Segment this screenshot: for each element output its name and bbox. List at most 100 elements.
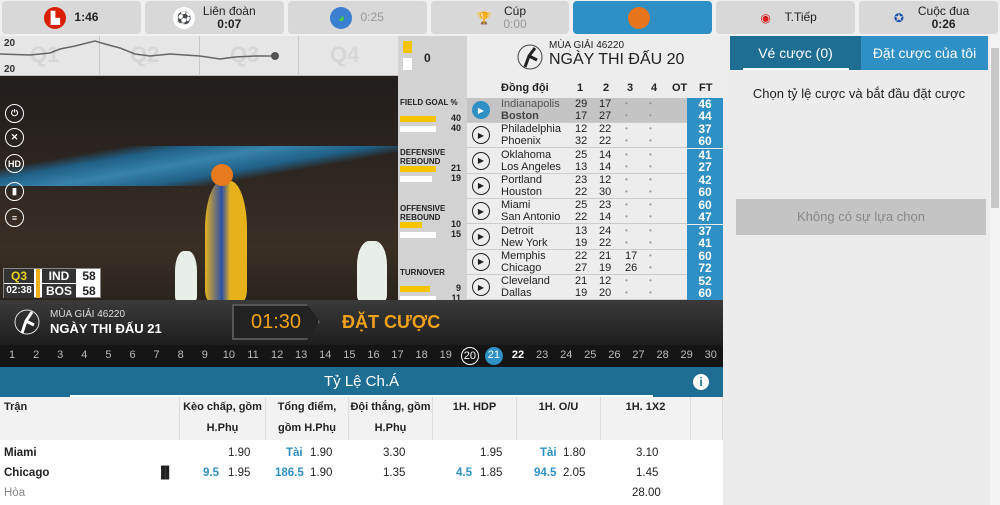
info-icon[interactable]: i bbox=[693, 374, 709, 390]
hd-icon[interactable]: HD bbox=[5, 154, 24, 173]
quarter-score: • bbox=[625, 237, 628, 247]
odds-value[interactable]: 1.35 bbox=[383, 463, 405, 483]
match-day-24[interactable]: 24 bbox=[557, 347, 575, 365]
match-day-16[interactable]: 16 bbox=[364, 347, 382, 365]
stats-icon[interactable]: ▮ bbox=[5, 182, 24, 201]
odds-value[interactable]: 1.90 bbox=[310, 443, 332, 463]
list-icon[interactable]: ≡ bbox=[5, 208, 24, 227]
match-day-12[interactable]: 12 bbox=[268, 347, 286, 365]
away-team: BOS bbox=[42, 284, 76, 298]
play-icon[interactable]: ▶ bbox=[472, 227, 490, 246]
play-icon[interactable]: ▶ bbox=[472, 101, 490, 119]
quarter-score: 22 bbox=[575, 185, 588, 198]
match-day-4[interactable]: 4 bbox=[75, 347, 93, 365]
match-day-6[interactable]: 6 bbox=[124, 347, 142, 365]
odds-value[interactable]: 1.80 bbox=[563, 443, 585, 463]
no-selection-button[interactable]: Không có sự lựa chọn bbox=[736, 199, 986, 235]
tab-sport[interactable]: ▙ 1:46 bbox=[2, 1, 141, 34]
match-day-8[interactable]: 8 bbox=[172, 347, 190, 365]
team-name: Detroit bbox=[501, 224, 534, 237]
odds-value[interactable]: 1.90 bbox=[228, 443, 250, 463]
match-day-10[interactable]: 10 bbox=[220, 347, 238, 365]
play-icon[interactable]: ▶ bbox=[472, 252, 490, 271]
tab-bet-slip[interactable]: Vé cược (0) bbox=[730, 36, 861, 70]
odds-value[interactable]: 1.90 bbox=[310, 463, 332, 483]
odds-value[interactable]: 1.45 bbox=[636, 463, 658, 483]
play-icon[interactable]: ▶ bbox=[472, 202, 490, 221]
tab-sport[interactable]: ✪ Cuộc đua 0:26 bbox=[859, 1, 999, 34]
match-day-30[interactable]: 30 bbox=[702, 347, 720, 365]
game-row[interactable]: ▶ Portland Houston 23 22 12 30 • • • • 42 60 bbox=[467, 173, 723, 199]
place-bet-button[interactable]: ĐẶT CƯỢC bbox=[342, 312, 440, 333]
match-day-9[interactable]: 9 bbox=[196, 347, 214, 365]
quarter-score: • bbox=[625, 111, 628, 120]
away-stat-bar bbox=[400, 126, 436, 132]
stats-chart-icon[interactable]: ▐▌ bbox=[157, 463, 173, 483]
quarter-score: 32 bbox=[575, 135, 588, 148]
match-day-19[interactable]: 19 bbox=[437, 347, 455, 365]
match-day-3[interactable]: 3 bbox=[51, 347, 69, 365]
power-icon[interactable]: ⏻ bbox=[5, 104, 24, 123]
team-name: Houston bbox=[501, 185, 542, 198]
match-day-1[interactable]: 1 bbox=[3, 347, 21, 365]
arena-banner bbox=[0, 146, 398, 186]
match-day-15[interactable]: 15 bbox=[340, 347, 358, 365]
game-row[interactable]: ▶ Miami San Antonio 25 22 23 14 • • • • 60 47 bbox=[467, 199, 723, 225]
tab-my-bets[interactable]: Đặt cược của tôi bbox=[861, 36, 988, 70]
basketball-player-icon bbox=[14, 309, 40, 335]
tab-sport[interactable]: ◕ 0:25 bbox=[287, 1, 427, 34]
match-day-25[interactable]: 25 bbox=[581, 347, 599, 365]
match-day-5[interactable]: 5 bbox=[99, 347, 117, 365]
play-icon[interactable]: ▶ bbox=[472, 126, 490, 145]
game-row[interactable]: ▶ Indianapolis Boston 29 17 17 27 • • • • 46 44 bbox=[467, 98, 723, 123]
team-name: Miami bbox=[501, 199, 531, 212]
scrollbar[interactable] bbox=[990, 36, 1000, 505]
odds-value[interactable]: 3.30 bbox=[383, 443, 405, 463]
match-day-2[interactable]: 2 bbox=[27, 347, 45, 365]
quarter-score: • bbox=[625, 186, 628, 196]
match-day-21[interactable]: 21 bbox=[484, 347, 503, 365]
match-day-13[interactable]: 13 bbox=[292, 347, 310, 365]
quarter-score: • bbox=[625, 288, 628, 298]
tab-sport[interactable]: ⚽ Liên đoàn 0:07 bbox=[144, 1, 284, 34]
quarter-score: 25 bbox=[575, 199, 588, 212]
away-stat-value: 40 bbox=[450, 123, 461, 133]
match-day-23[interactable]: 23 bbox=[533, 347, 551, 365]
video-player[interactable]: Q1 Q2 Q3 Q4 20 20 ⏻ ✕ HD ▮ ≡ Q3 02:38 IN… bbox=[0, 36, 398, 300]
match-day-18[interactable]: 18 bbox=[413, 347, 431, 365]
quarter-score: 22 bbox=[599, 236, 612, 249]
quarter-score: 27 bbox=[599, 110, 612, 122]
tab-sport[interactable]: ● bbox=[573, 1, 713, 34]
quarter-score: 20 bbox=[599, 287, 612, 300]
final-score: 60 bbox=[687, 185, 723, 199]
game-row[interactable]: ▶ Philadelphia Phoenix 12 32 22 22 • • • • 37 60 bbox=[467, 123, 723, 149]
play-icon[interactable]: ▶ bbox=[472, 176, 490, 195]
odds-value[interactable]: 1.85 bbox=[480, 463, 502, 483]
odds-value[interactable]: 1.95 bbox=[480, 443, 502, 463]
play-icon[interactable]: ▶ bbox=[472, 278, 490, 297]
mute-icon[interactable]: ✕ bbox=[5, 128, 24, 147]
match-day-7[interactable]: 7 bbox=[148, 347, 166, 365]
odds-value[interactable]: 3.10 bbox=[636, 443, 658, 463]
tab-sport[interactable]: ◉ T.Tiếp bbox=[716, 1, 856, 34]
game-row[interactable]: ▶ Oklahoma Los Angeles 25 13 14 14 • • • • 41 27 bbox=[467, 148, 723, 174]
match-day-22[interactable]: 22 bbox=[509, 347, 527, 365]
game-row[interactable]: ▶ Cleveland Dallas 21 19 12 20 • • • • 52 60 bbox=[467, 275, 723, 301]
odds-value[interactable]: 28.00 bbox=[632, 483, 661, 503]
game-clock: 02:38 bbox=[4, 284, 34, 298]
match-day-29[interactable]: 29 bbox=[678, 347, 696, 365]
match-day-26[interactable]: 26 bbox=[605, 347, 623, 365]
match-day-17[interactable]: 17 bbox=[389, 347, 407, 365]
match-day-28[interactable]: 28 bbox=[654, 347, 672, 365]
match-day-20[interactable]: 20 bbox=[460, 347, 479, 365]
game-row[interactable]: ▶ Detroit New York 13 19 24 22 • • • • 37 41 bbox=[467, 224, 723, 250]
match-day-14[interactable]: 14 bbox=[316, 347, 334, 365]
match-day-11[interactable]: 11 bbox=[244, 347, 262, 365]
team-name: Boston bbox=[501, 110, 539, 122]
odds-value[interactable]: 2.05 bbox=[563, 463, 585, 483]
match-day-27[interactable]: 27 bbox=[629, 347, 647, 365]
tab-sport[interactable]: 🏆 Cúp 0:00 bbox=[430, 1, 570, 34]
odds-value[interactable]: 1.95 bbox=[228, 463, 250, 483]
play-icon[interactable]: ▶ bbox=[472, 151, 490, 170]
game-row[interactable]: ▶ Memphis Chicago 22 27 21 19 17 26 • • 60 72 bbox=[467, 249, 723, 275]
